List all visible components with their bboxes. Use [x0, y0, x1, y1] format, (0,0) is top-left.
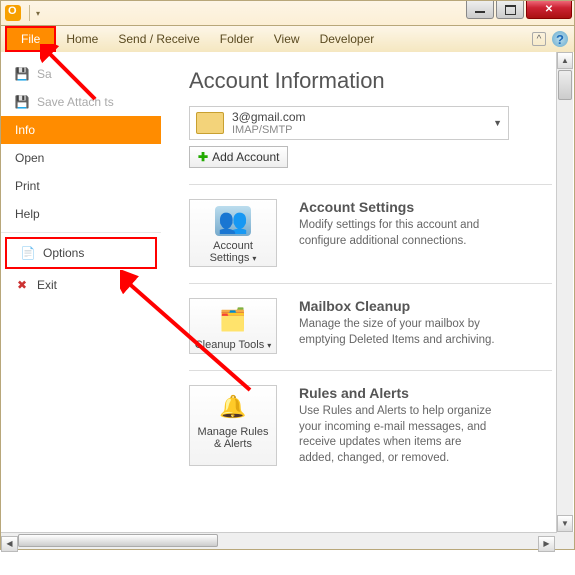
save-attachments-icon: 💾 — [15, 95, 29, 109]
tab-file[interactable]: File — [5, 26, 56, 52]
ribbon-bar: File Home Send / Receive Folder View Dev… — [0, 26, 575, 52]
add-account-label: Add Account — [212, 150, 279, 164]
big-btn-label: Account Settings — [210, 240, 253, 264]
sidebar-label: Open — [15, 151, 44, 165]
backstage-view: 💾 Sa 💾 Save Attach ts Info Open Print He… — [0, 52, 575, 550]
outlook-app-icon[interactable] — [5, 5, 21, 21]
scroll-right-arrow[interactable]: ▶ — [538, 536, 555, 552]
sidebar-divider — [1, 232, 161, 233]
big-btn-label: Manage Rules & Alerts — [194, 426, 272, 450]
section-mailbox-cleanup: 🗂️ Cleanup Tools ▾ Mailbox Cleanup Manag… — [189, 283, 552, 354]
page-title: Account Information — [189, 68, 552, 94]
account-protocol: IMAP/SMTP — [232, 124, 485, 136]
sidebar-label: Exit — [37, 278, 57, 292]
tab-developer[interactable]: Developer — [310, 28, 385, 50]
add-account-button[interactable]: ✚ Add Account — [189, 146, 288, 168]
window-controls — [466, 1, 572, 19]
section-heading: Mailbox Cleanup — [299, 298, 499, 314]
account-settings-button[interactable]: 👥 Account Settings ▾ — [189, 199, 277, 267]
sidebar-label: Help — [15, 207, 40, 221]
section-text: Account Settings Modify settings for thi… — [299, 199, 499, 267]
window-titlebar: ▾ — [0, 0, 575, 26]
sidebar-item-options[interactable]: 📄 Options — [5, 237, 157, 269]
minimize-button[interactable] — [466, 1, 494, 19]
options-icon: 📄 — [21, 246, 35, 260]
section-text: Rules and Alerts Use Rules and Alerts to… — [299, 385, 499, 466]
maximize-button[interactable] — [496, 1, 524, 19]
cleanup-tools-button[interactable]: 🗂️ Cleanup Tools ▾ — [189, 298, 277, 354]
chevron-down-icon: ▼ — [493, 118, 502, 128]
tab-view[interactable]: View — [264, 28, 310, 50]
tab-folder[interactable]: Folder — [210, 28, 264, 50]
account-email: 3@gmail.com — [232, 110, 485, 124]
horizontal-scrollbar[interactable]: ◀▶ — [1, 532, 557, 549]
chevron-down-icon: ▾ — [267, 341, 271, 350]
sidebar-label: Info — [15, 123, 35, 137]
account-text: 3@gmail.com IMAP/SMTP — [224, 110, 493, 136]
section-account-settings: 👥 Account Settings ▾ Account Settings Mo… — [189, 184, 552, 267]
sidebar-item-open[interactable]: Open — [1, 144, 161, 172]
main-vertical-scrollbar[interactable]: ▲ ▼ — [556, 52, 573, 532]
sidebar-label: Print — [15, 179, 40, 193]
scroll-corner — [557, 532, 574, 549]
scroll-up-arrow[interactable]: ▲ — [557, 52, 573, 69]
section-desc: Manage the size of your mailbox by empty… — [299, 317, 499, 348]
plus-icon: ✚ — [198, 150, 208, 164]
section-heading: Account Settings — [299, 199, 499, 215]
manage-rules-alerts-button[interactable]: 🔔 Manage Rules & Alerts — [189, 385, 277, 466]
backstage-sidebar: 💾 Sa 💾 Save Attach ts Info Open Print He… — [1, 52, 161, 549]
mailbox-icon — [196, 112, 224, 134]
scroll-thumb[interactable] — [18, 534, 218, 547]
section-heading: Rules and Alerts — [299, 385, 499, 401]
account-settings-icon: 👥 — [215, 206, 251, 236]
section-text: Mailbox Cleanup Manage the size of your … — [299, 298, 499, 354]
scroll-down-arrow[interactable]: ▼ — [557, 515, 573, 532]
big-btn-label: Cleanup Tools — [195, 339, 265, 351]
tab-home[interactable]: Home — [56, 28, 108, 50]
close-button[interactable] — [526, 1, 572, 19]
sidebar-item-print[interactable]: Print — [1, 172, 161, 200]
qat-customize-arrow[interactable]: ▾ — [32, 9, 44, 18]
sidebar-item-save-attachments: 💾 Save Attach ts — [1, 88, 161, 116]
scroll-left-arrow[interactable]: ◀ — [1, 536, 18, 552]
scroll-thumb[interactable] — [558, 70, 572, 100]
collapse-ribbon-icon[interactable]: ^ — [532, 32, 546, 46]
sidebar-label: Options — [43, 246, 84, 260]
section-desc: Use Rules and Alerts to help organize yo… — [299, 404, 499, 466]
backstage-main: Account Information 3@gmail.com IMAP/SMT… — [161, 52, 574, 549]
rules-icon: 🔔 — [215, 392, 251, 422]
exit-icon: ✖ — [15, 278, 29, 292]
sidebar-label: Save Attach ts — [37, 95, 114, 109]
sidebar-item-info[interactable]: Info — [1, 116, 161, 144]
scroll-track[interactable] — [18, 533, 538, 548]
sidebar-item-exit[interactable]: ✖ Exit — [1, 271, 161, 299]
tab-send-receive[interactable]: Send / Receive — [108, 28, 209, 50]
sidebar-item-help[interactable]: Help — [1, 200, 161, 228]
section-desc: Modify settings for this account and con… — [299, 218, 499, 249]
chevron-down-icon: ▾ — [252, 254, 256, 263]
sidebar-item-save: 💾 Sa — [1, 60, 161, 88]
help-icon[interactable]: ? — [552, 31, 568, 47]
cleanup-icon: 🗂️ — [215, 305, 251, 335]
sidebar-label: Sa — [37, 67, 52, 81]
save-icon: 💾 — [15, 67, 29, 81]
section-rules-alerts: 🔔 Manage Rules & Alerts Rules and Alerts… — [189, 370, 552, 466]
qat-divider — [29, 5, 30, 21]
account-selector[interactable]: 3@gmail.com IMAP/SMTP ▼ — [189, 106, 509, 140]
